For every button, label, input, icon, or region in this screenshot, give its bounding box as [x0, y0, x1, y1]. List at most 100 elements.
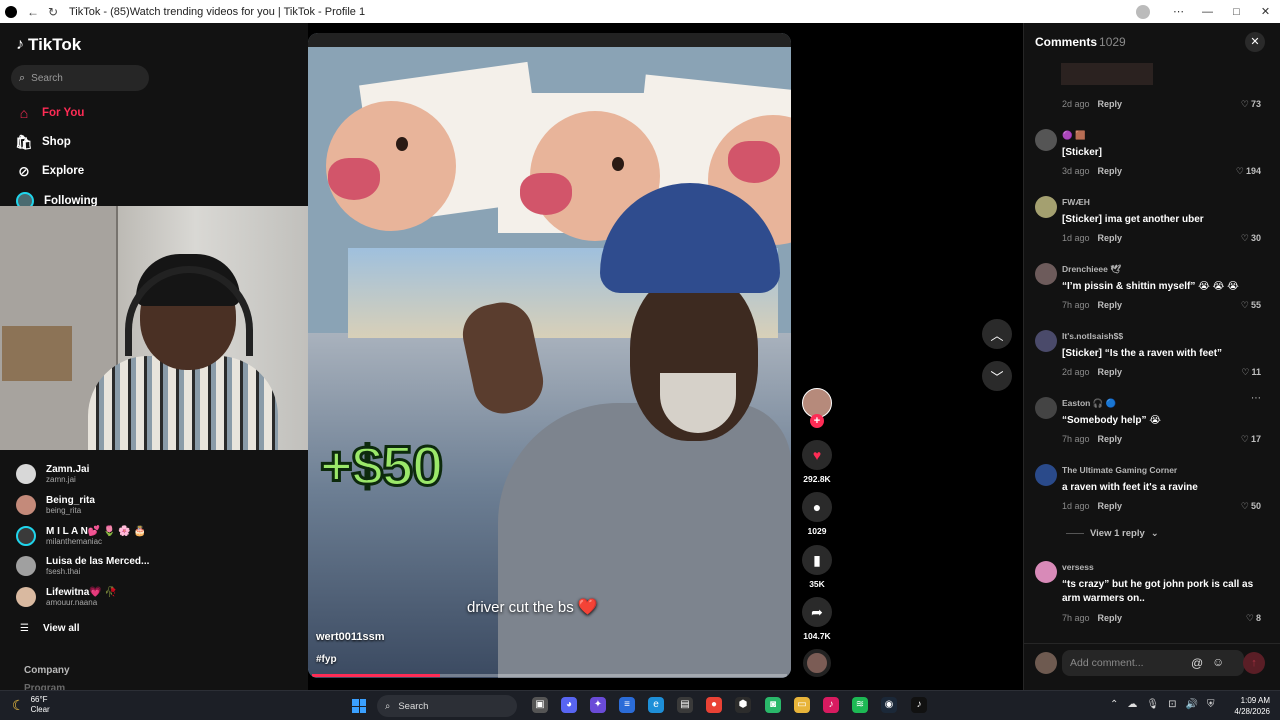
network-icon[interactable]: ⊡: [1168, 699, 1176, 710]
clock[interactable]: 1:09 AM 4/28/2026: [1220, 695, 1270, 717]
following-account[interactable]: Being_rita being_rita: [16, 495, 95, 515]
comment-like-button[interactable]: ♡ 73: [1241, 99, 1261, 110]
following-account[interactable]: Zamn.Jai zamn.jai: [16, 464, 89, 484]
heart-outline-icon: ♡: [1245, 613, 1254, 623]
avatar[interactable]: [1035, 330, 1057, 352]
emoji-icon[interactable]: ☺: [1212, 655, 1224, 669]
video-man-hoodie: [498, 403, 791, 678]
mention-icon[interactable]: @: [1191, 656, 1203, 670]
back-arrow-icon[interactable]: ←: [25, 4, 41, 20]
file-explorer-icon[interactable]: ▭: [794, 697, 810, 713]
weather-widget[interactable]: ☾ 66°F Clear: [12, 695, 50, 715]
next-video-button[interactable]: ﹀: [982, 361, 1012, 391]
reply-button[interactable]: Reply: [1098, 99, 1123, 109]
tiktok-active-icon[interactable]: ♪: [911, 697, 927, 713]
search-input[interactable]: ⌕ Search: [11, 65, 149, 91]
reply-button[interactable]: Reply: [1098, 613, 1123, 623]
maximize-icon[interactable]: □: [1222, 6, 1251, 18]
following-account[interactable]: M I L A N💕 🌷 🌸 🎂 milanthemaniac: [16, 526, 146, 546]
comments-panel: Comments 1029 ✕ 2d ago Reply ♡ 73 🟣 🟫 [Stic…: [1023, 23, 1280, 690]
steam-icon[interactable]: ◉: [881, 697, 897, 713]
nav-for-you[interactable]: ⌂ For You: [16, 105, 85, 121]
spotify-icon[interactable]: ≋: [852, 697, 868, 713]
notes-app-icon[interactable]: ≡: [619, 697, 635, 713]
reply-button[interactable]: Reply: [1098, 501, 1123, 511]
edge-icon[interactable]: e: [648, 697, 664, 713]
app-icon[interactable]: ⬢: [735, 697, 751, 713]
reply-button[interactable]: Reply: [1098, 300, 1123, 310]
comment-like-button[interactable]: ♡ 11: [1241, 367, 1261, 378]
task-view-icon[interactable]: ▣: [532, 697, 548, 713]
heart-outline-icon: ♡: [1241, 367, 1250, 377]
comment-like-button[interactable]: ♡ 194: [1236, 166, 1261, 177]
avatar[interactable]: [1035, 263, 1057, 285]
tiktok-logo[interactable]: ♪ TikTok: [16, 35, 81, 55]
share-icon: ➦: [802, 597, 832, 627]
close-window-icon[interactable]: ✕: [1251, 5, 1280, 18]
share-button[interactable]: ➦ 104.7K: [800, 597, 834, 641]
avatar: [16, 587, 36, 607]
close-icon[interactable]: ✕: [1245, 32, 1265, 52]
more-options-icon[interactable]: ⋯: [1251, 393, 1261, 404]
comment-like-button[interactable]: ♡ 55: [1241, 300, 1261, 311]
avatar[interactable]: [1035, 561, 1057, 583]
avatar[interactable]: [1035, 464, 1057, 486]
chrome-icon[interactable]: ●: [706, 697, 722, 713]
store-icon[interactable]: ▤: [677, 697, 693, 713]
tiktok-app-icon[interactable]: ♪: [823, 697, 839, 713]
video-progress-bar[interactable]: [312, 674, 787, 677]
minimize-icon[interactable]: —: [1193, 6, 1222, 18]
avatar[interactable]: [1035, 129, 1057, 151]
avatar: [16, 526, 36, 546]
reload-icon[interactable]: ↻: [45, 4, 61, 20]
app-icon[interactable]: ◙: [765, 697, 781, 713]
chevron-up-icon[interactable]: ⌃: [1110, 699, 1118, 710]
taskbar-search[interactable]: ⌕ Search: [377, 695, 517, 717]
discord-icon[interactable]: ◕: [561, 697, 577, 713]
microphone-icon[interactable]: 🎙: [1146, 699, 1159, 710]
shop-icon: 🛍: [15, 133, 33, 150]
cloud-icon[interactable]: ☁: [1127, 699, 1137, 710]
video-player[interactable]: +$50 driver cut the bs ❤️ wert0011ssm #f…: [308, 33, 791, 678]
video-hashtag[interactable]: #fyp: [316, 654, 337, 665]
view-all-button[interactable]: ☰ View all: [20, 623, 79, 634]
reply-button[interactable]: Reply: [1098, 233, 1123, 243]
company-link[interactable]: Company: [24, 665, 70, 676]
like-button[interactable]: ♥ 292.8K: [800, 440, 834, 484]
nav-shop[interactable]: 🛍 Shop: [15, 133, 71, 150]
avatar: [16, 464, 36, 484]
security-icon[interactable]: ⛨: [1207, 699, 1215, 710]
reply-button[interactable]: Reply: [1098, 434, 1123, 444]
reply-button[interactable]: Reply: [1098, 166, 1123, 176]
reply-button[interactable]: Reply: [1098, 367, 1123, 377]
following-account[interactable]: Luisa de las Merced... fsesh.thai: [16, 556, 149, 576]
comment-like-button[interactable]: ♡ 8: [1246, 613, 1261, 624]
comment-button[interactable]: ● 1029: [800, 492, 834, 536]
follow-plus-icon[interactable]: +: [810, 414, 824, 428]
copilot-icon[interactable]: ✦: [590, 697, 606, 713]
tiktok-note-icon: ♪: [16, 36, 24, 53]
comment-like-button[interactable]: ♡ 17: [1241, 434, 1261, 445]
previous-video-button[interactable]: ︿: [982, 319, 1012, 349]
system-tray: ⌃ ☁ 🎙 ⊡ 🔊 ⛨: [1110, 699, 1214, 710]
comments-header: Comments 1029: [1035, 35, 1126, 49]
music-disc-icon[interactable]: [803, 649, 831, 677]
view-replies-button[interactable]: View 1 reply ⌄: [1066, 528, 1159, 539]
search-icon: ⌕: [385, 700, 391, 712]
comment-like-button[interactable]: ♡ 50: [1241, 501, 1261, 512]
video-author[interactable]: wert0011ssm: [316, 631, 385, 643]
avatar: [16, 556, 36, 576]
send-button[interactable]: ↑: [1243, 652, 1265, 674]
avatar[interactable]: [1035, 196, 1057, 218]
start-button[interactable]: [352, 699, 366, 713]
webcam-hoodie: [88, 356, 278, 450]
nav-explore[interactable]: ⊘ Explore: [16, 163, 84, 179]
comment-like-button[interactable]: ♡ 30: [1241, 233, 1261, 244]
video-top-edge: [308, 33, 791, 47]
avatar[interactable]: [1035, 397, 1057, 419]
volume-icon[interactable]: 🔊: [1185, 699, 1197, 710]
save-button[interactable]: ▮ 35K: [800, 545, 834, 589]
following-account[interactable]: Lifewitna💗 🥀 amouur.naana: [16, 587, 117, 607]
profile-avatar[interactable]: [1136, 4, 1150, 19]
more-menu-icon[interactable]: ⋯: [1164, 5, 1193, 18]
